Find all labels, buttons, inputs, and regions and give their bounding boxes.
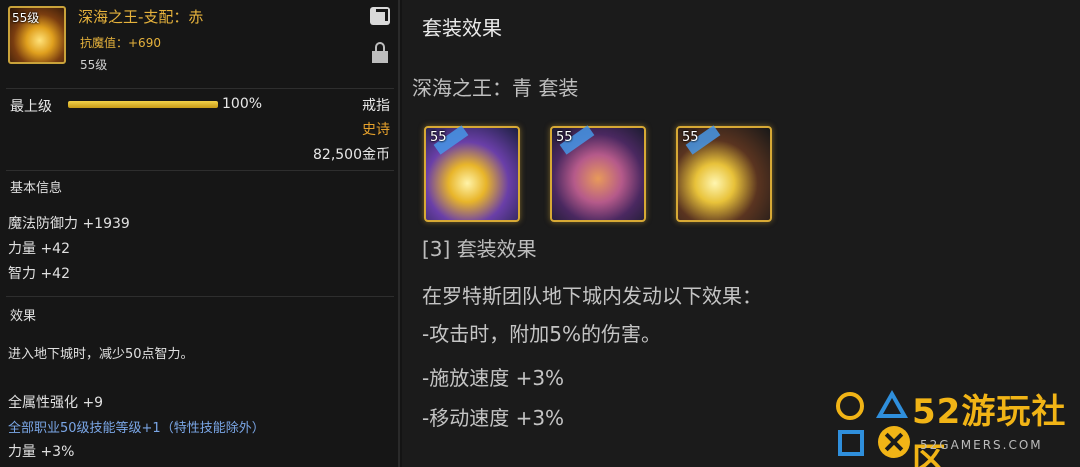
set-name: 深海之王：青 套装 (412, 76, 579, 100)
amulet-icon[interactable]: 55 (676, 125, 772, 222)
bonus-strength: 力量 +3% (8, 444, 75, 460)
share-icon[interactable] (370, 7, 390, 25)
item-ring-icon[interactable]: 55级 (8, 6, 66, 64)
stat-line: 力量 +42 (8, 241, 70, 257)
grade-progress-bar (68, 101, 218, 108)
grade-label: 最上级 (10, 99, 52, 115)
item-name: 深海之王-支配：赤 (78, 8, 204, 26)
gamepad-buttons-logo-icon (830, 384, 920, 467)
staff-icon[interactable]: 55 (424, 125, 520, 222)
item-level: 55级 (80, 58, 108, 72)
set-count-title: [3] 套装效果 (422, 237, 537, 261)
grade-progress-fill (68, 101, 218, 108)
bonus-all-stats: 全属性强化 +9 (8, 395, 104, 411)
set-effect-line: -攻击时，附加5%的伤害。 (422, 322, 661, 346)
set-effect-line: -移动速度 +3% (422, 406, 565, 430)
stat-line: 魔法防御力 +1939 (8, 216, 130, 232)
set-icon-level: 55 (556, 130, 573, 145)
set-icon-level: 55 (430, 130, 447, 145)
effect-title: 效果 (10, 309, 37, 324)
set-icon-level: 55 (682, 130, 699, 145)
divider (6, 170, 394, 171)
basic-info-title: 基本信息 (10, 181, 63, 196)
divider (6, 88, 394, 89)
watermark-subtitle: 52GAMERS.COM (920, 438, 1043, 452)
ring-icon[interactable]: 55 (550, 125, 646, 222)
divider (6, 296, 394, 297)
set-effect-line: 在罗特斯团队地下城内发动以下效果： (422, 284, 762, 308)
bonus-skill-level: 全部职业50级技能等级+1（特性技能除外） (8, 421, 265, 436)
grade-percent: 100% (222, 96, 263, 112)
item-tooltip-panel: 55级 深海之王-支配：赤 抗魔值：+690 55级 最上级 100% 戒指 史… (0, 0, 400, 467)
item-resist-value: 抗魔值：+690 (80, 36, 161, 50)
lock-icon[interactable] (372, 42, 388, 64)
item-slot: 戒指 (362, 98, 390, 114)
item-rarity: 史诗 (362, 122, 390, 138)
stat-line: 智力 +42 (8, 266, 70, 282)
watermark-title: 52游玩社区 (912, 392, 1067, 467)
effect-text: 进入地下城时，减少50点智力。 (8, 347, 194, 362)
set-effect-header: 套装效果 (422, 16, 502, 40)
set-effect-line: -施放速度 +3% (422, 366, 565, 390)
item-icon-level: 55级 (12, 11, 40, 25)
site-watermark: 52游玩社区 52GAMERS.COM (830, 384, 1080, 467)
item-price: 82,500金币 (313, 147, 390, 163)
